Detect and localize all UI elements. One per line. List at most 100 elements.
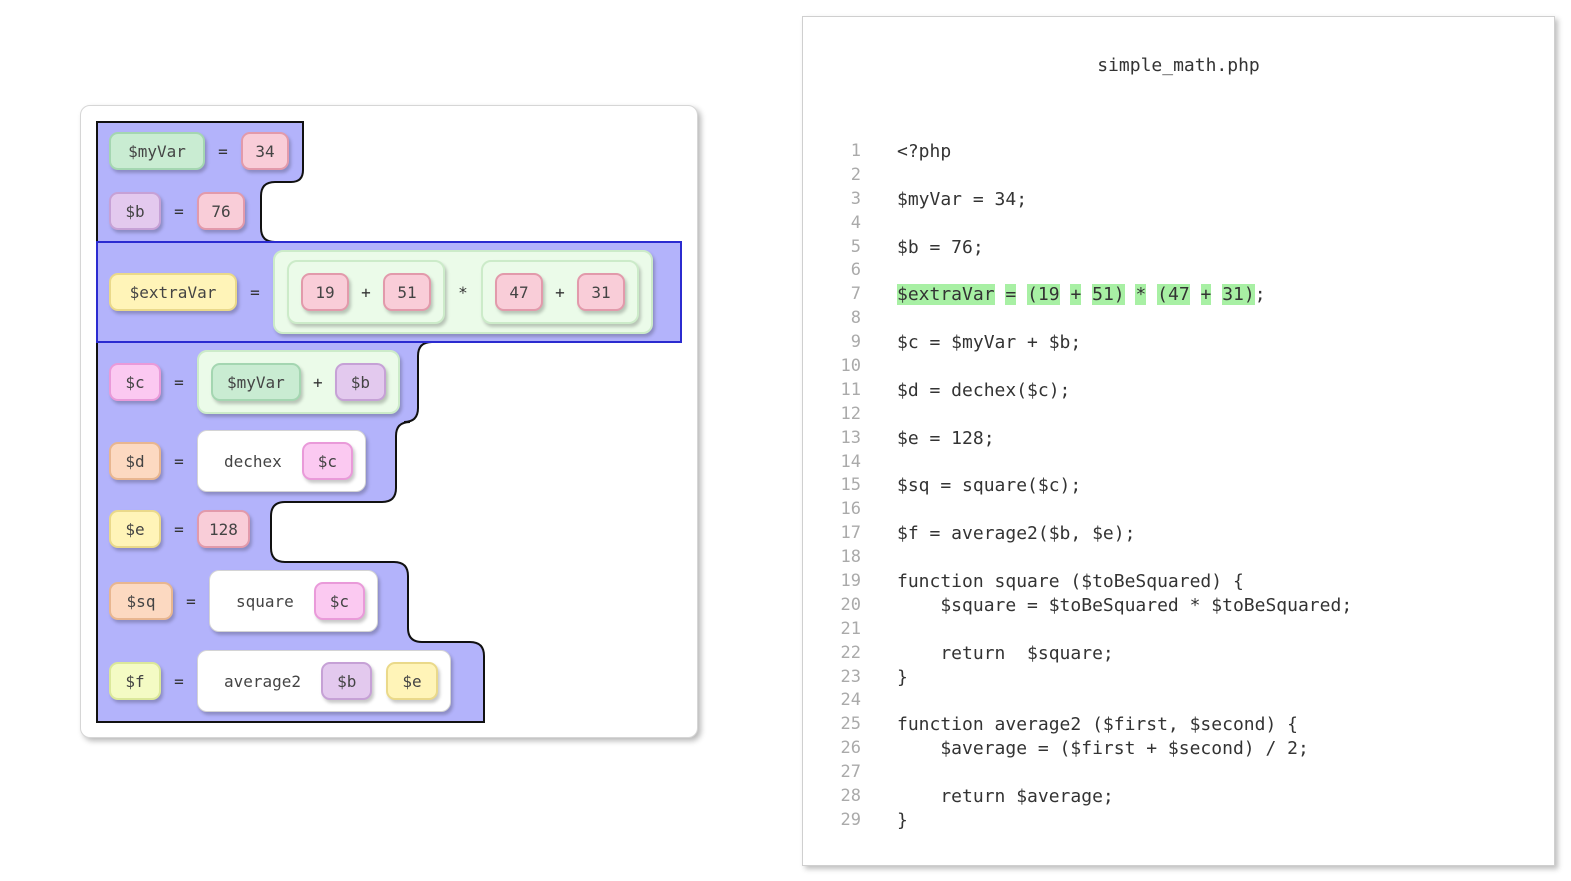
code-line[interactable]: 23} [803,666,1554,690]
line-number: 27 [840,762,861,783]
code-text: $e = 128; [897,427,995,449]
assign-operator: = [218,141,228,161]
line-number: 4 [850,212,861,233]
multiply-operator: * [458,282,468,302]
var-chip-e[interactable]: $e [386,662,438,700]
block-assign-myvar[interactable]: $myVar = 34 [109,132,289,170]
var-chip-e[interactable]: $e [109,510,161,548]
var-chip-sq[interactable]: $sq [109,582,173,620]
line-number: 18 [840,547,861,568]
code-line[interactable]: 18 [803,546,1554,570]
function-call-square[interactable]: square $c [209,570,379,632]
code-line[interactable]: 13 $e = 128; [803,427,1554,451]
add-expression[interactable]: $myVar + $b [197,350,401,414]
code-line[interactable]: 20 $square = $toBeSquared * $toBeSquared… [803,594,1554,618]
code-text: $f = average2($b, $e); [897,523,1136,545]
var-chip-c[interactable]: $c [313,582,366,620]
code-line[interactable]: 22 return $square; [803,642,1554,666]
block-assign-e[interactable]: $e = 128 [109,510,250,548]
code-text: <?php [897,141,952,162]
code-line[interactable]: 1 <?php [803,140,1554,164]
code-line[interactable]: 9 $c = $myVar + $b; [803,331,1554,355]
code-line[interactable]: 25 function average2 ($first, $second) { [803,713,1554,737]
line-number: 14 [840,451,861,472]
var-chip-myvar[interactable]: $myVar [109,132,205,170]
var-chip-c[interactable]: $c [109,363,161,401]
block-assign-c[interactable]: $c = $myVar + $b [109,350,401,414]
code-line[interactable]: 19 function square ($toBeSquared) { [803,570,1554,594]
code-view-panel[interactable]: simple_math.php 1 <?php 2 3 $myVar = 34; 4 5 $b… [802,16,1555,866]
code-text: $sq = square($c); [897,475,1082,497]
line-number: 11 [840,379,861,400]
code-lines[interactable]: 1 <?php 2 3 $myVar = 34; 4 5 $b = 76; 6 7 $extraVa… [803,140,1554,833]
code-line[interactable]: 10 [803,355,1554,379]
line-number: 28 [840,786,861,807]
code-line[interactable]: 21 [803,618,1554,642]
code-line[interactable]: 24 [803,689,1554,713]
number-chip[interactable]: 128 [197,510,250,548]
code-line[interactable]: 11 $d = dechex($c); [803,379,1554,403]
add-expression-right[interactable]: 47 + 31 [481,260,639,324]
code-text: $c = $myVar + $b; [897,332,1082,354]
assign-operator: = [250,282,260,302]
line-number: 21 [840,618,861,639]
code-line[interactable]: 5 $b = 76; [803,236,1554,260]
var-chip-b[interactable]: $b [321,662,373,700]
code-line[interactable]: 12 [803,403,1554,427]
add-expression-left[interactable]: 19 + 51 [287,260,445,324]
code-line[interactable]: 4 [803,212,1554,236]
code-line[interactable]: 7 $extraVar = (19 + 51) * (47 + 31); [803,283,1554,307]
code-line[interactable]: 28 return $average; [803,785,1554,809]
line-number: 12 [840,403,861,424]
code-line[interactable]: 8 [803,307,1554,331]
var-chip-d[interactable]: $d [109,442,161,480]
var-chip-extravar[interactable]: $extraVar [109,273,237,311]
block-assign-d[interactable]: $d = dechex $c [109,430,367,492]
number-chip[interactable]: 76 [197,192,245,230]
code-line[interactable]: 17 $f = average2($b, $e); [803,522,1554,546]
code-line[interactable]: 29} [803,809,1554,833]
var-chip-myvar[interactable]: $myVar [211,363,301,401]
line-number: 17 [840,523,861,544]
block-assign-b[interactable]: $b = 76 [109,192,245,230]
number-chip[interactable]: 34 [241,132,289,170]
code-line[interactable]: 3 $myVar = 34; [803,188,1554,212]
code-text: function average2 ($first, $second) { [897,714,1298,736]
code-line[interactable]: 6 [803,259,1554,283]
line-number: 2 [850,164,861,185]
function-call-average2[interactable]: average2 $b $e [197,650,451,712]
assign-operator: = [174,519,184,539]
code-line[interactable]: 27 [803,761,1554,785]
line-number: 3 [850,188,861,209]
block-assign-f[interactable]: $f = average2 $b $e [109,650,451,712]
block-assign-extravar[interactable]: $extraVar = 19 + 51 * 47 + 31 [109,250,653,334]
highlighted-token: (47 [1157,284,1190,306]
highlighted-token: (19 [1027,284,1060,306]
assign-operator: = [174,451,184,471]
line-number: 1 [850,141,861,161]
line-number: 20 [840,594,861,615]
function-name: dechex [224,451,282,471]
code-line[interactable]: 15 $sq = square($c); [803,474,1554,498]
code-line[interactable]: 16 [803,498,1554,522]
multiply-expression[interactable]: 19 + 51 * 47 + 31 [273,250,653,334]
highlighted-token: 31) [1222,284,1255,306]
block-assign-sq[interactable]: $sq = square $c [109,570,379,632]
line-number: 19 [840,571,861,592]
var-chip-f[interactable]: $f [109,662,161,700]
number-chip[interactable]: 47 [495,273,543,311]
code-line[interactable]: 14 [803,451,1554,475]
number-chip[interactable]: 31 [577,273,625,311]
function-call-dechex[interactable]: dechex $c [197,430,367,492]
code-line[interactable]: 2 [803,164,1554,188]
code-text: $myVar = 34; [897,188,1028,210]
function-name: average2 [224,671,302,691]
code-line[interactable]: 26 $average = ($first + $second) / 2; [803,737,1554,761]
number-chip[interactable]: 19 [301,273,349,311]
blocks-workspace[interactable]: $myVar = 34 $b = 76 $extraVar = 19 + 51 … [80,105,698,738]
var-chip-b[interactable]: $b [109,192,161,230]
var-chip-c[interactable]: $c [301,442,354,480]
line-number: 6 [850,260,861,281]
number-chip[interactable]: 51 [383,273,431,311]
var-chip-b[interactable]: $b [334,363,387,401]
